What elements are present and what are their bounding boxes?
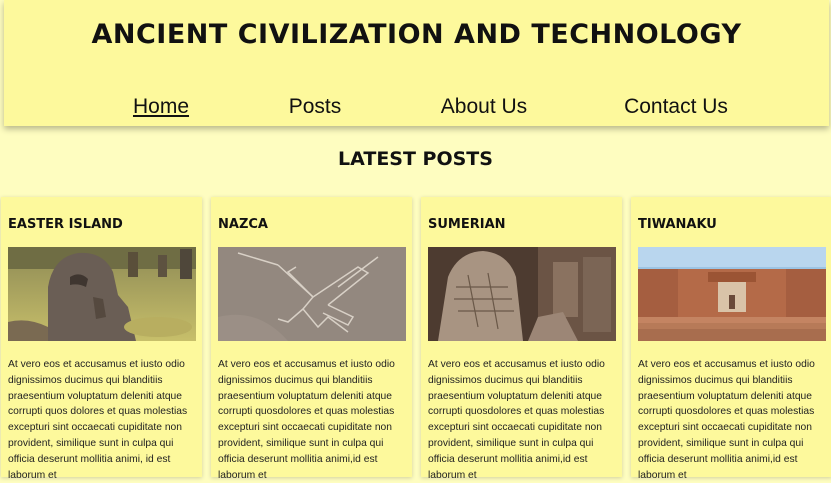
tiwanaku-gateway-image[interactable] (638, 247, 826, 341)
easter-island-moai-image[interactable] (8, 247, 196, 341)
nav-link-about-us[interactable]: About Us (441, 95, 527, 119)
post-title[interactable]: Sumerian (428, 217, 506, 232)
main-nav: Home Posts About Us Contact Us (4, 95, 829, 125)
post-title[interactable]: Easter Island (8, 217, 123, 232)
sumerian-carving-image[interactable] (428, 247, 616, 341)
nav-link-contact-us[interactable]: Contact Us (624, 95, 728, 119)
post-excerpt: At vero eos et accusamus et iusto odio d… (218, 359, 395, 481)
post-card-easter-island[interactable]: Easter Island At vero eos et accusamus e… (1, 197, 202, 481)
post-title[interactable]: Nazca (218, 217, 268, 232)
post-excerpt: At vero eos et accusamus et iusto odio d… (8, 359, 188, 481)
post-card-sumerian[interactable]: Sumerian At vero eos et accusamus et ius… (421, 197, 622, 481)
nav-link-home[interactable]: Home (133, 95, 189, 119)
post-card-nazca[interactable]: Nazca At vero eos et accusamus et iusto … (211, 197, 412, 481)
post-excerpt: At vero eos et accusamus et iusto odio d… (638, 359, 815, 481)
post-excerpt: At vero eos et accusamus et iusto odio d… (428, 359, 605, 481)
site-title: Ancient Civilization and Technology (91, 19, 742, 50)
post-card-tiwanaku[interactable]: Tiwanaku At vero eos et accusamus et ius… (631, 197, 831, 481)
section-title-latest-posts: Latest Posts (338, 148, 493, 170)
nav-link-posts[interactable]: Posts (289, 95, 342, 119)
site-header: Ancient Civilization and Technology Home… (4, 0, 829, 126)
nazca-hummingbird-image[interactable] (218, 247, 406, 341)
post-title[interactable]: Tiwanaku (638, 217, 717, 232)
